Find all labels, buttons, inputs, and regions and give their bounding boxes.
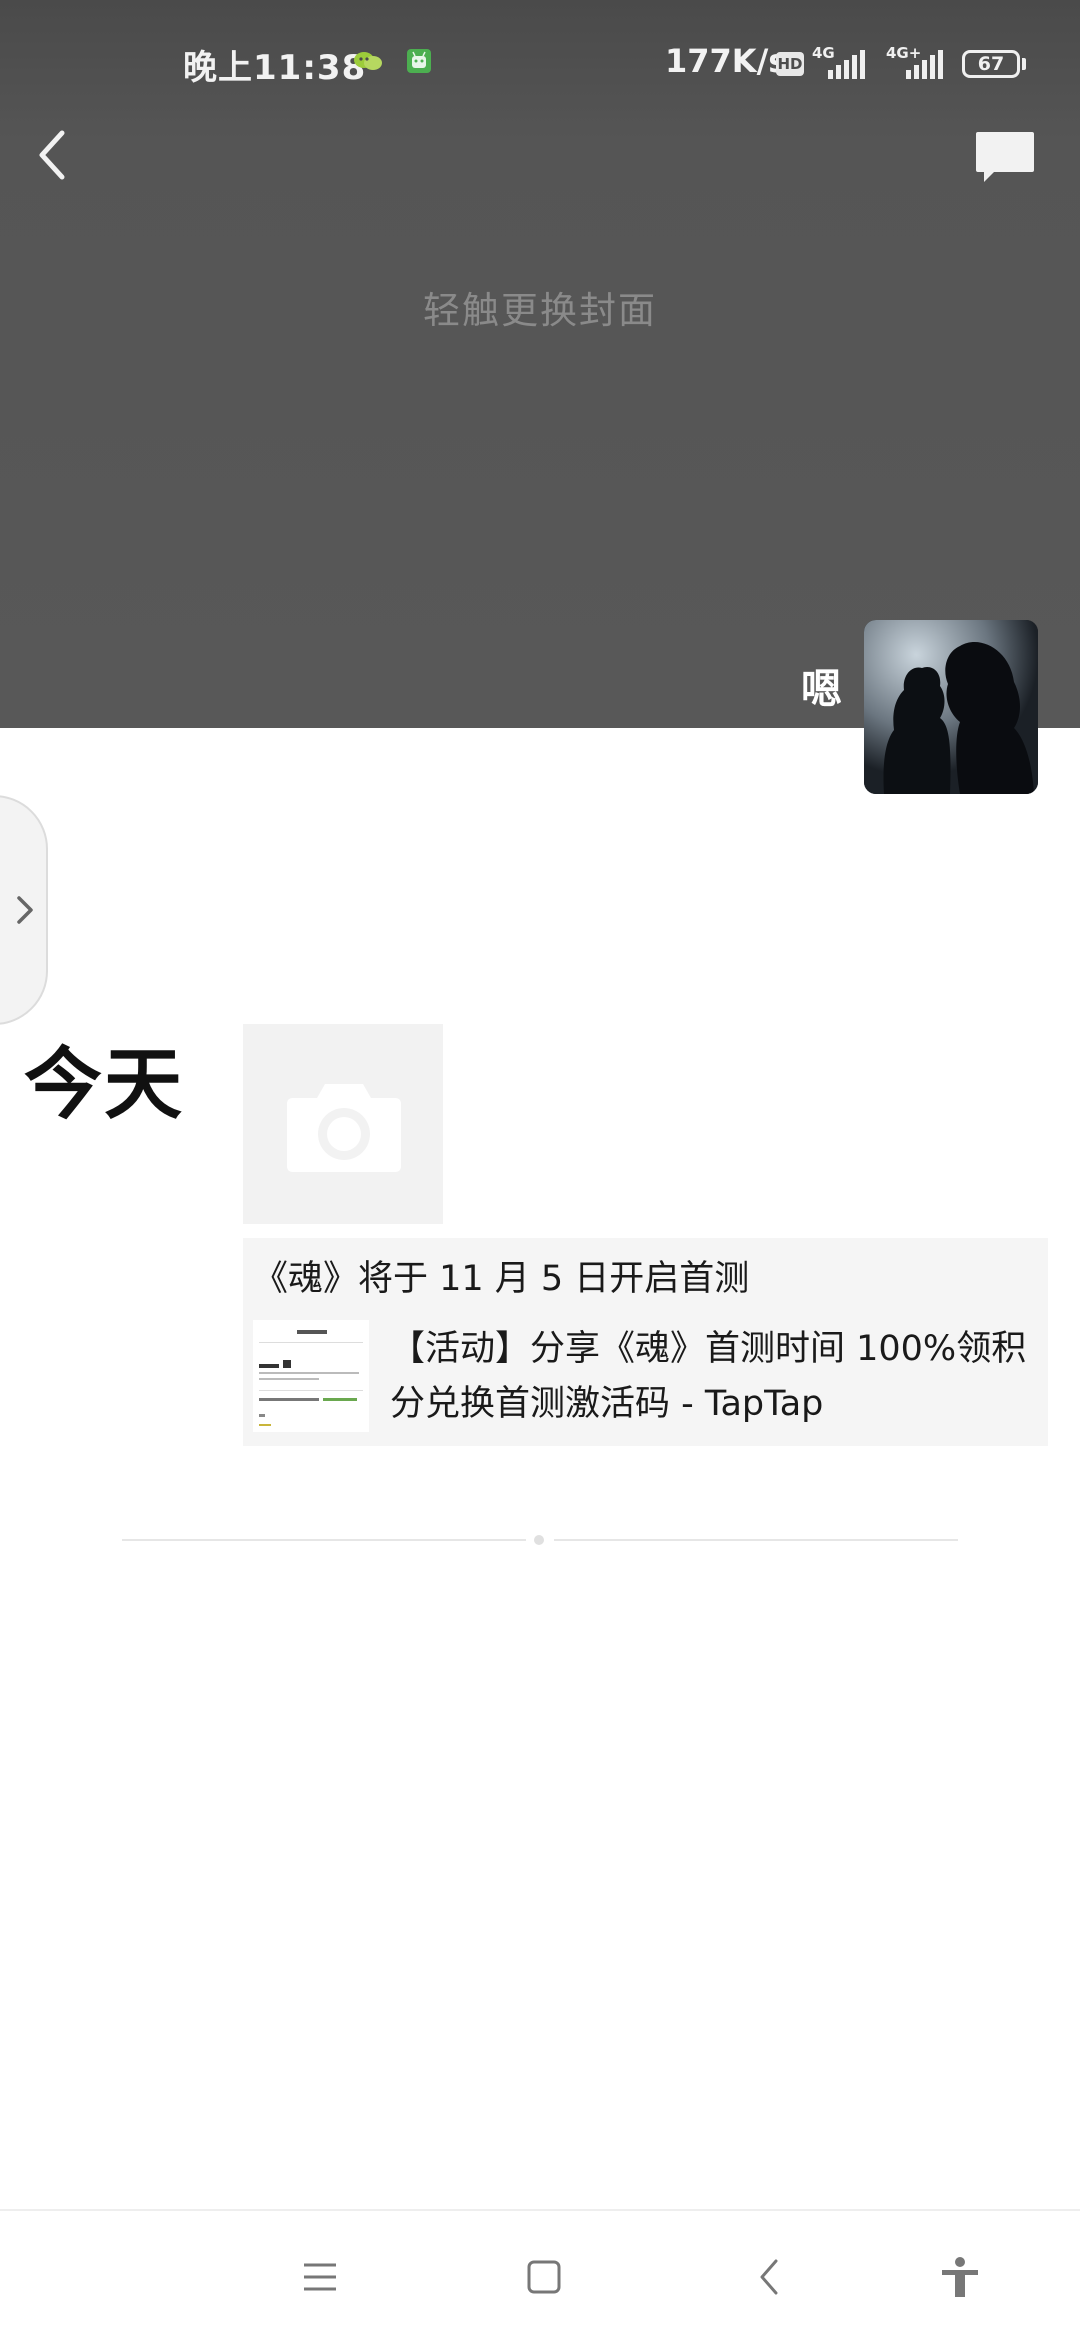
wechat-notification-icon [353, 48, 383, 78]
battery-icon: 67 [962, 50, 1020, 78]
signal-icon [826, 50, 868, 84]
camera-icon [283, 1076, 405, 1176]
profile-nickname: 嗯 [801, 665, 842, 713]
network-speed: 177K/s [665, 42, 788, 80]
feed-end-dot [534, 1535, 544, 1545]
day-label: 今天 [24, 1040, 185, 1130]
cover-change-hint[interactable]: 轻触更换封面 [0, 280, 1080, 334]
moments-profile-screen: 晚上11:38 177K/s HD 4G 4G+ 67 轻触更换封面 嗯 今天 … [0, 0, 1080, 2340]
link-thumbnail[interactable] [253, 1320, 369, 1432]
system-navigation-bar [0, 2209, 1080, 2340]
chevron-right-icon[interactable] [14, 893, 36, 927]
status-time: 晚上11:38 [183, 48, 367, 88]
message-icon[interactable] [972, 128, 1038, 188]
status-bar: 晚上11:38 177K/s HD 4G 4G+ 67 [0, 0, 1080, 130]
link-title[interactable]: 【活动】分享《魂》首测时间 100%领积分兑换首测激活码 - TapTap [390, 1322, 1040, 1432]
android-app-icon [406, 48, 432, 78]
feed-end-divider-left [122, 1539, 526, 1541]
avatar[interactable] [864, 620, 1038, 794]
back-icon[interactable] [748, 2255, 792, 2299]
back-arrow-icon[interactable] [30, 125, 80, 185]
post-title: 《魂》将于 11 月 5 日开启首测 [253, 1259, 750, 1299]
battery-tip [1022, 58, 1026, 70]
menu-icon[interactable] [298, 2255, 342, 2299]
post-photo-placeholder[interactable] [243, 1024, 443, 1224]
home-icon[interactable] [522, 2255, 566, 2299]
shared-post-card[interactable]: 《魂》将于 11 月 5 日开启首测 【活动】分享《魂》首测时间 100%领积分… [243, 1238, 1048, 1446]
accessibility-icon[interactable] [938, 2255, 982, 2299]
feed-end-divider-right [554, 1539, 958, 1541]
hd-icon: HD [776, 52, 804, 76]
signal-icon [904, 50, 946, 84]
